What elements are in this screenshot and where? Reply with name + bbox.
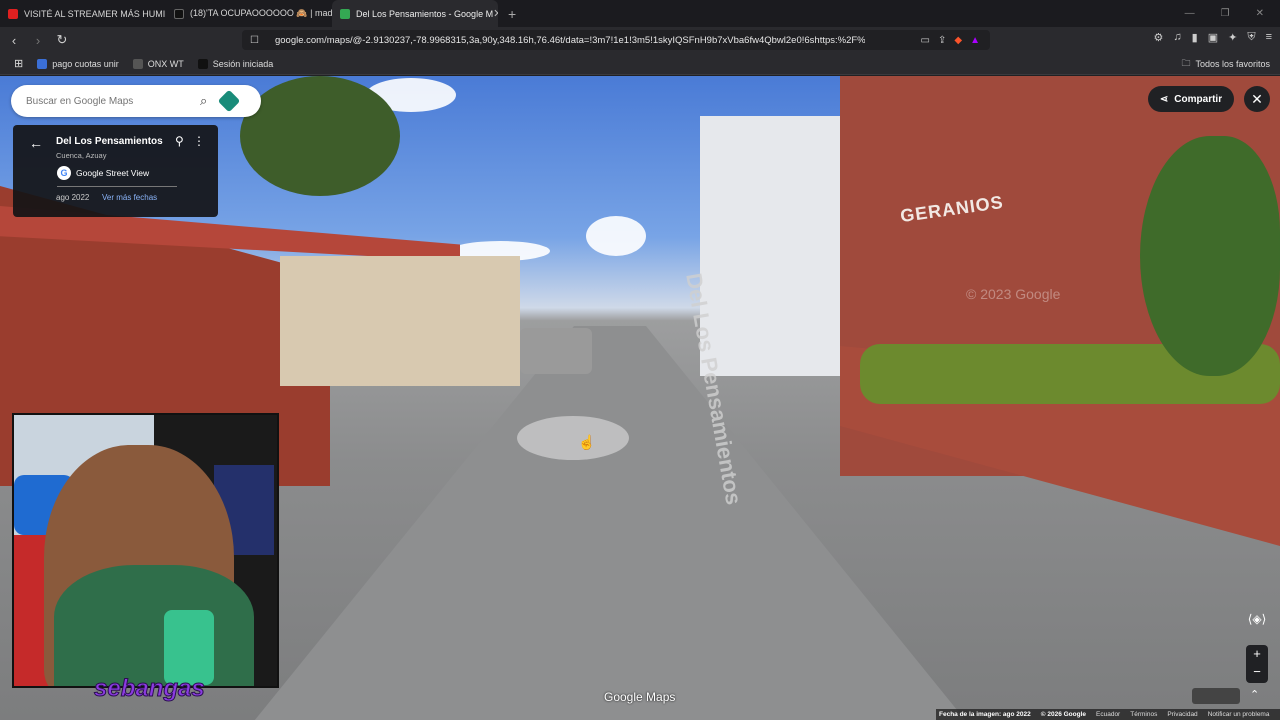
navigation-cursor[interactable] — [517, 416, 629, 460]
hand-cursor-icon: ☝ — [578, 434, 596, 450]
source-label: Google Street View — [76, 168, 150, 178]
bookmark-favicon-icon — [197, 58, 208, 69]
microphone — [164, 610, 214, 685]
expand-icon[interactable]: ⌃ — [1250, 688, 1259, 701]
search-icon[interactable]: ⌕ — [200, 93, 207, 109]
minimize-button[interactable]: — — [1185, 8, 1195, 19]
share-button[interactable]: ⋖ Compartir — [1148, 86, 1234, 112]
tree — [1140, 136, 1280, 376]
address-bar[interactable]: ☐ google.com/maps/@-2.9130237,-78.996831… — [242, 30, 990, 50]
brave-rewards-icon[interactable]: ▲ — [970, 35, 980, 46]
cloud — [586, 216, 646, 256]
tree — [240, 76, 400, 196]
streamer-webcam — [12, 413, 279, 688]
bookmark-favicon-icon — [132, 58, 143, 69]
capture-date: ago 2022 — [56, 193, 90, 202]
back-arrow-icon[interactable]: ← — [29, 135, 43, 151]
zoom-controls: + − — [1246, 645, 1268, 683]
forward-icon[interactable]: › — [28, 33, 48, 48]
bookmark-item[interactable]: pago cuotas unir — [37, 58, 119, 69]
back-icon[interactable]: ‹ — [4, 33, 24, 48]
search-box[interactable]: ⌕ — [11, 85, 261, 117]
folder-icon: 🗀 — [1181, 57, 1191, 68]
sidebar-icon[interactable]: ▮ — [1192, 31, 1198, 44]
tab-tiktok[interactable]: (18)'TA OCUPAOOOOOO 🙈 | madu... — [166, 0, 332, 27]
parked-car — [520, 328, 592, 374]
cast-icon[interactable]: ▭ — [921, 35, 930, 46]
bookmark-label: ONX WT — [147, 58, 184, 69]
divider — [57, 186, 177, 187]
share-icon: ⋖ — [1159, 93, 1169, 105]
menu-icon[interactable]: ≡ — [1266, 31, 1272, 44]
all-bookmarks-label: Todos los favoritos — [1195, 58, 1270, 69]
youtube-icon — [8, 8, 18, 19]
search-input[interactable] — [26, 95, 196, 107]
location-card: ← Del Los Pensamientos Cuenca, Azuay ⚲ ⋮… — [13, 125, 218, 217]
address-bar-actions: ▭ ⇪ ◆ ▲ — [921, 35, 990, 46]
tab-youtube[interactable]: VISITÉ AL STREAMER MÁS HUMILDE... — [0, 0, 166, 27]
url-text[interactable]: google.com/maps/@-2.9130237,-78.9968315,… — [275, 35, 865, 46]
all-bookmarks-button[interactable]: 🗀 Todos los favoritos — [1181, 56, 1270, 72]
tab-title: VISITÉ AL STREAMER MÁS HUMILDE... — [24, 8, 166, 19]
streamer-name-overlay: sebangas — [94, 675, 206, 703]
compass-icon[interactable]: ⟨◈⟩ — [1242, 612, 1272, 636]
country-link[interactable]: Ecuador — [1096, 711, 1120, 718]
reload-icon[interactable]: ↻ — [52, 32, 72, 48]
leo-ai-icon[interactable]: ✦ — [1228, 31, 1237, 44]
tab-bar: VISITÉ AL STREAMER MÁS HUMILDE... (18)'T… — [0, 0, 1280, 27]
copyright: © 2026 Google — [1040, 711, 1087, 718]
privacy-link[interactable]: Privacidad — [1167, 711, 1197, 718]
google-maps-icon — [340, 8, 350, 19]
bookmark-item[interactable]: ONX WT — [132, 58, 184, 69]
building-right-white — [700, 116, 860, 376]
photo-thumbnails[interactable] — [1192, 688, 1240, 704]
tab-title: (18)'TA OCUPAOOOOOO 🙈 | madu... — [190, 8, 332, 18]
zoom-in-button[interactable]: + — [1246, 645, 1268, 663]
maximize-button[interactable]: ❐ — [1221, 8, 1230, 19]
directions-icon[interactable] — [217, 89, 241, 113]
bookmark-item[interactable]: Sesión iniciada — [197, 58, 274, 69]
terms-link[interactable]: Términos — [1130, 711, 1157, 718]
vpn-icon[interactable]: ⛨ — [1247, 31, 1255, 44]
close-street-view-button[interactable]: ✕ — [1244, 86, 1270, 112]
bookmark-page-icon[interactable]: ☐ — [250, 35, 259, 46]
location-subtitle: Cuenca, Azuay — [56, 151, 107, 160]
extensions-icon[interactable]: ⚙ — [1154, 31, 1164, 44]
share-label: Compartir — [1174, 93, 1223, 105]
google-logo-icon: G — [57, 166, 71, 180]
close-window-button[interactable]: ✕ — [1256, 8, 1264, 19]
share-page-icon[interactable]: ⇪ — [938, 35, 946, 46]
wallet-icon[interactable]: ▣ — [1208, 31, 1218, 44]
more-dates-link[interactable]: Ver más fechas — [102, 193, 157, 202]
street-view-source: G Google Street View — [57, 166, 149, 180]
apps-icon[interactable]: ⊞ — [14, 57, 23, 70]
window-controls: — ❐ ✕ — [1185, 8, 1280, 19]
more-options-icon[interactable]: ⋮ — [193, 134, 205, 148]
pin-icon[interactable]: ⚲ — [175, 134, 184, 148]
google-watermark: © 2023 Google — [966, 286, 1061, 302]
house-left — [280, 256, 520, 386]
new-tab-button[interactable]: + — [498, 6, 526, 22]
streamer-shirt — [54, 565, 254, 686]
bookmark-label: Sesión iniciada — [212, 58, 274, 69]
zoom-out-button[interactable]: − — [1246, 663, 1268, 681]
image-date: Fecha de la imagen: ago 2022 — [939, 711, 1031, 718]
extensions-area: ⚙ ♫ ▮ ▣ ✦ ⛨ ≡ — [1154, 31, 1272, 44]
bookmarks-bar: ⊞ pago cuotas unir ONX WT Sesión iniciad… — [0, 53, 1280, 75]
report-problem-link[interactable]: Notificar un problema — [1208, 711, 1270, 718]
brave-shield-icon[interactable]: ◆ — [954, 35, 962, 46]
tiktok-icon — [174, 8, 184, 19]
map-footer: Fecha de la imagen: ago 2022 © 2026 Goog… — [936, 709, 1280, 720]
tab-title: Del Los Pensamientos - Google M — [356, 8, 494, 19]
bookmark-favicon-icon — [37, 58, 48, 69]
media-icon[interactable]: ♫ — [1173, 31, 1181, 44]
bookmark-label: pago cuotas unir — [52, 58, 119, 69]
google-maps-logo: Google Maps — [604, 690, 676, 704]
tab-google-maps[interactable]: Del Los Pensamientos - Google M ✕ — [332, 0, 498, 27]
location-title: Del Los Pensamientos — [56, 136, 163, 147]
